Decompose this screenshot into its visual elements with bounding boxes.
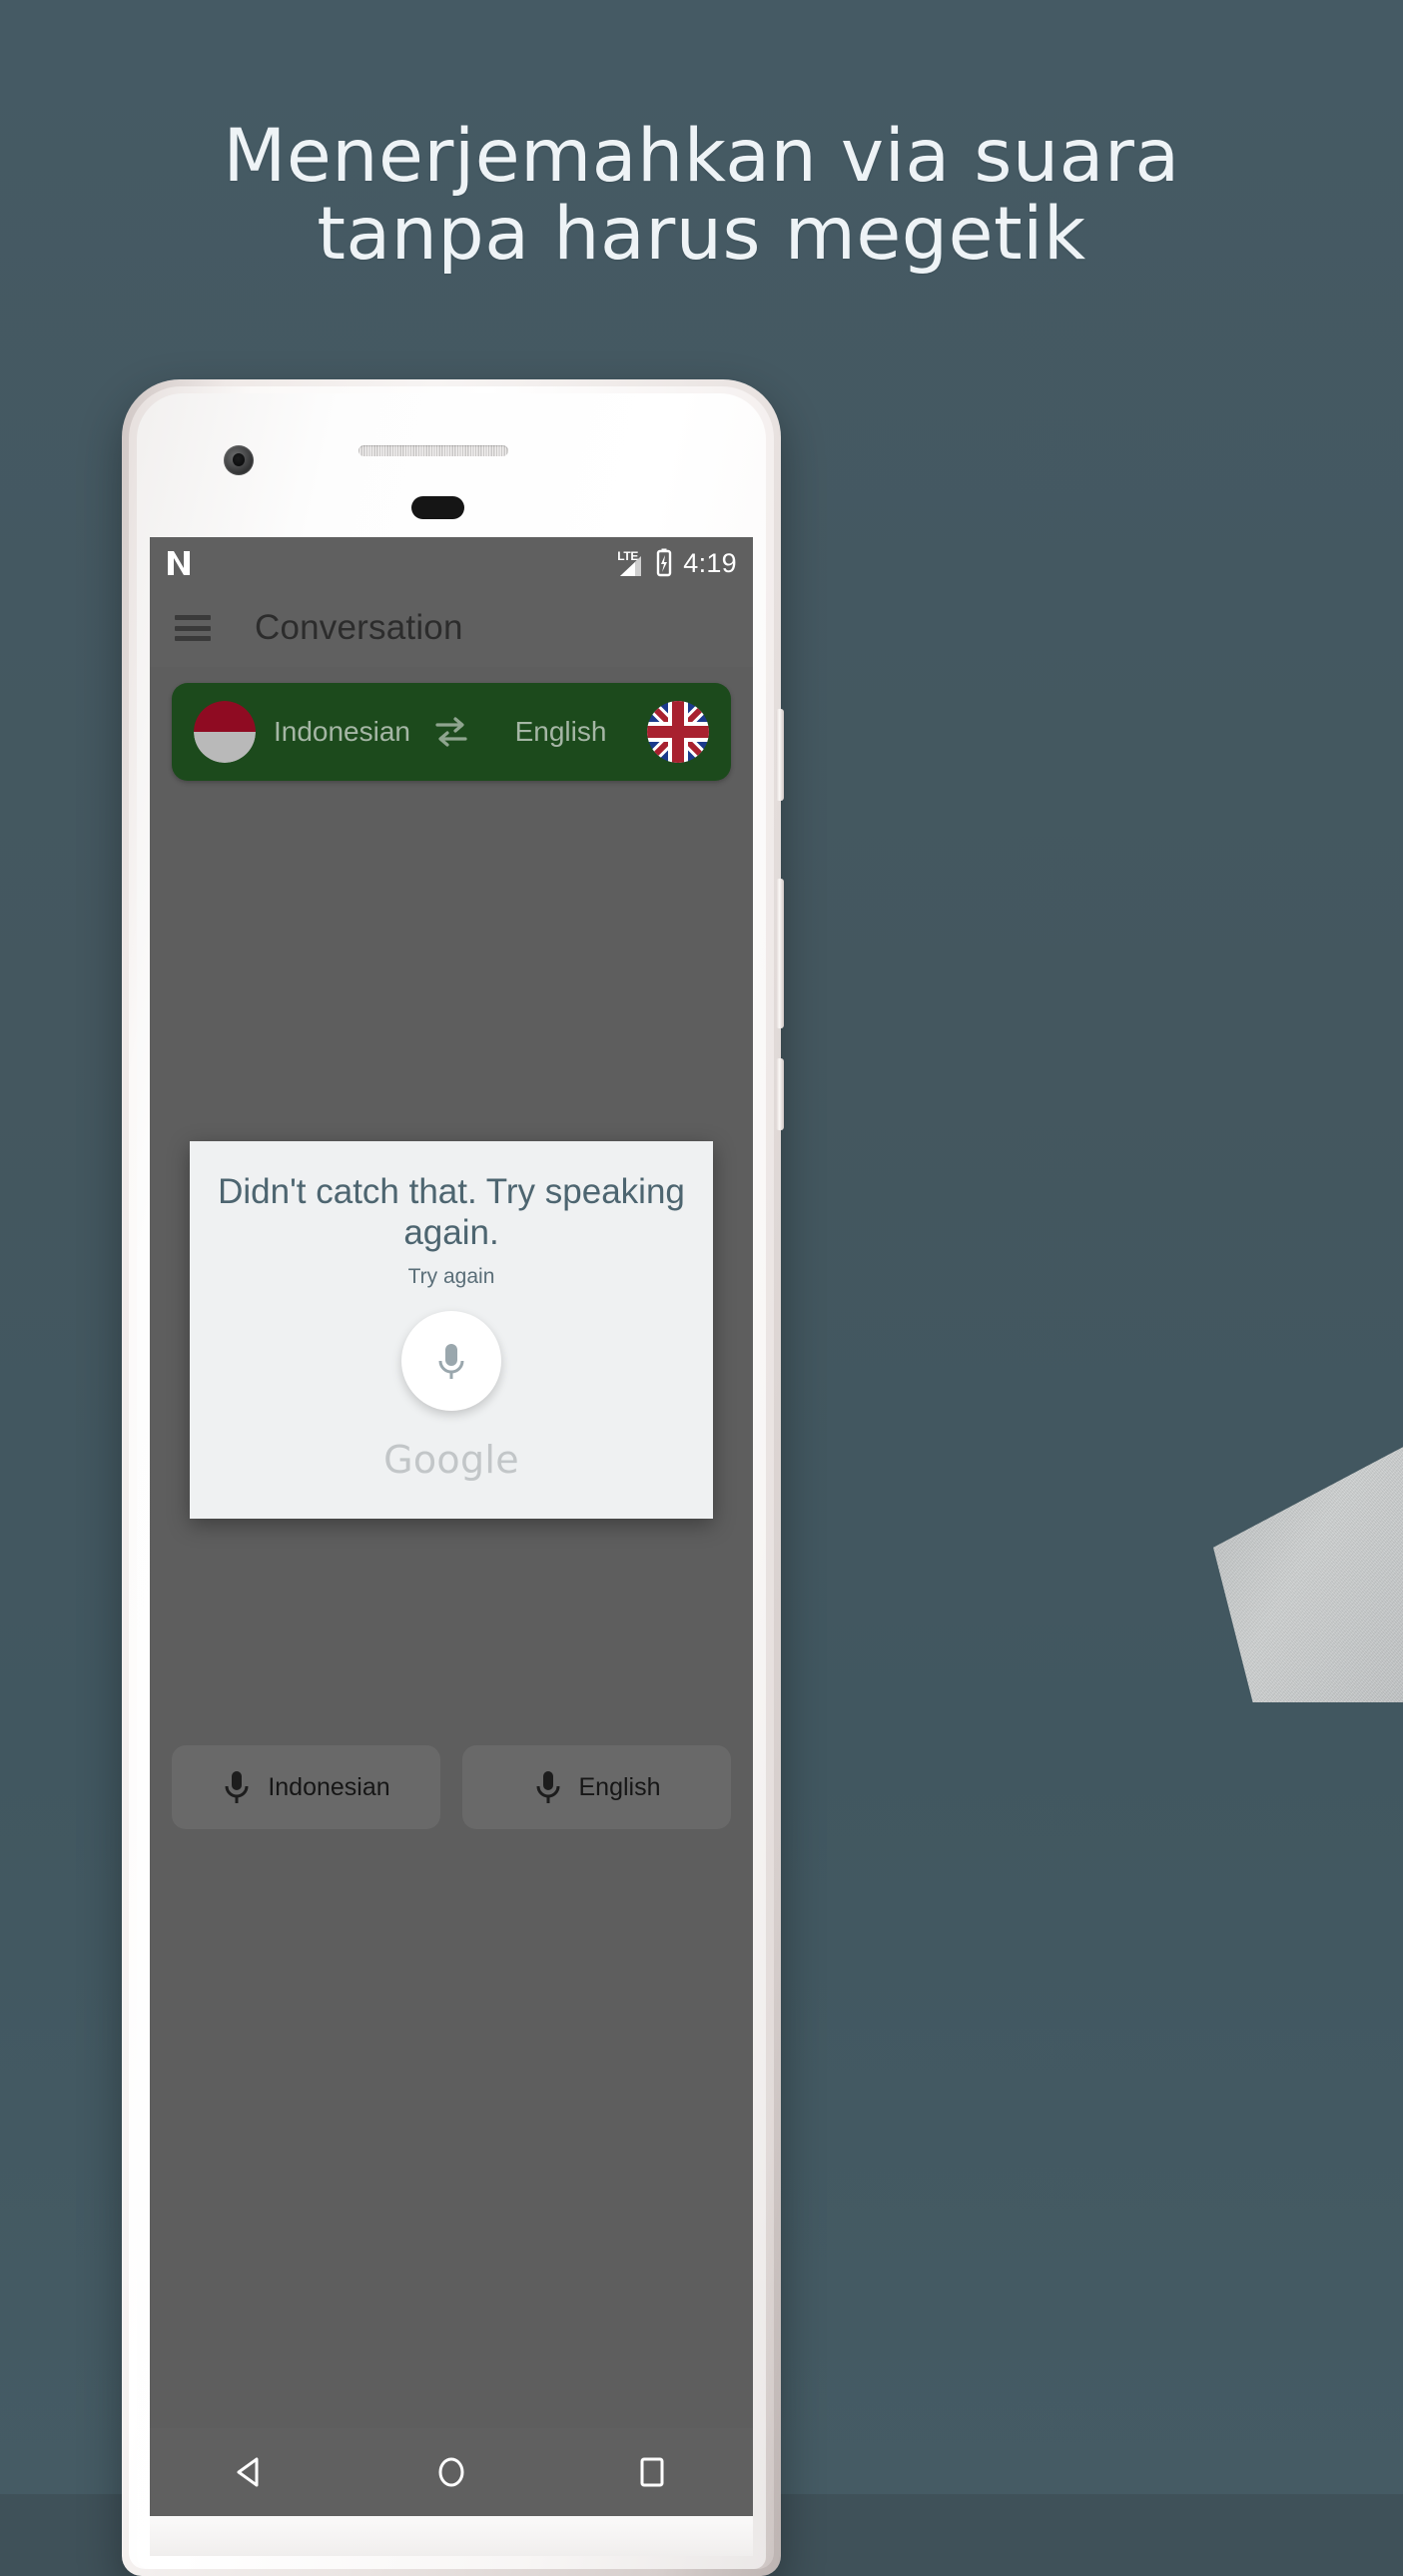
mic-button-label: English	[578, 1772, 661, 1801]
language-selector-bar[interactable]: Indonesian English	[172, 683, 731, 781]
mic-record-button[interactable]	[401, 1311, 501, 1411]
headline-line-1: Menerjemahkan via suara	[223, 114, 1180, 199]
voice-input-card: Didn't catch that. Try speaking again. T…	[190, 1141, 713, 1519]
hamburger-menu-icon[interactable]	[175, 615, 211, 641]
page-title: Menerjemahkan via suara tanpa harus mege…	[0, 118, 1403, 274]
power-button[interactable]	[776, 709, 784, 801]
android-navigation-bar	[150, 2428, 753, 2516]
card-subtitle[interactable]: Try again	[190, 1265, 713, 1289]
status-icons: LTE 4:19	[617, 548, 737, 579]
microphone-icon	[225, 1771, 249, 1803]
phone-screen: LTE 4:19 Conversation Indonesian English…	[150, 537, 753, 2516]
united-kingdom-flag-icon[interactable]	[647, 701, 709, 763]
google-wordmark: Google	[383, 1438, 519, 1482]
battery-charging-icon	[657, 548, 672, 577]
language-mic-buttons: Indonesian English	[150, 1745, 753, 1829]
phone-device-mockup: LTE 4:19 Conversation Indonesian English…	[122, 379, 784, 2576]
back-triangle-icon[interactable]	[231, 2452, 271, 2492]
mic-button-indonesian[interactable]: Indonesian	[172, 1745, 440, 1829]
mic-button-label: Indonesian	[268, 1772, 390, 1801]
swap-arrows-icon[interactable]	[428, 709, 474, 755]
status-time: 4:19	[683, 547, 737, 578]
volume-button[interactable]	[776, 879, 784, 1028]
signal-bars-icon: LTE	[617, 548, 645, 578]
volume-down-button[interactable]	[776, 1058, 784, 1130]
headline-line-2: tanpa harus megetik	[317, 192, 1086, 277]
microphone-icon	[438, 1344, 464, 1379]
mic-button-english[interactable]: English	[462, 1745, 731, 1829]
source-language-label[interactable]: Indonesian	[256, 716, 428, 748]
home-circle-icon[interactable]	[431, 2452, 471, 2492]
proximity-sensor-icon	[411, 496, 464, 519]
card-title: Didn't catch that. Try speaking again.	[218, 1172, 685, 1252]
app-bar-title: Conversation	[255, 608, 463, 647]
android-nougat-n-icon	[168, 551, 190, 575]
indonesia-flag-icon[interactable]	[194, 701, 256, 763]
phone-chin	[150, 2516, 753, 2556]
app-bar: Conversation	[150, 589, 753, 667]
microphone-icon	[536, 1771, 559, 1803]
target-language-label[interactable]: English	[474, 716, 647, 748]
camera-icon	[224, 445, 254, 475]
status-bar: LTE 4:19	[150, 537, 753, 589]
recents-square-icon[interactable]	[632, 2452, 672, 2492]
speaker-grille-icon	[358, 445, 508, 456]
